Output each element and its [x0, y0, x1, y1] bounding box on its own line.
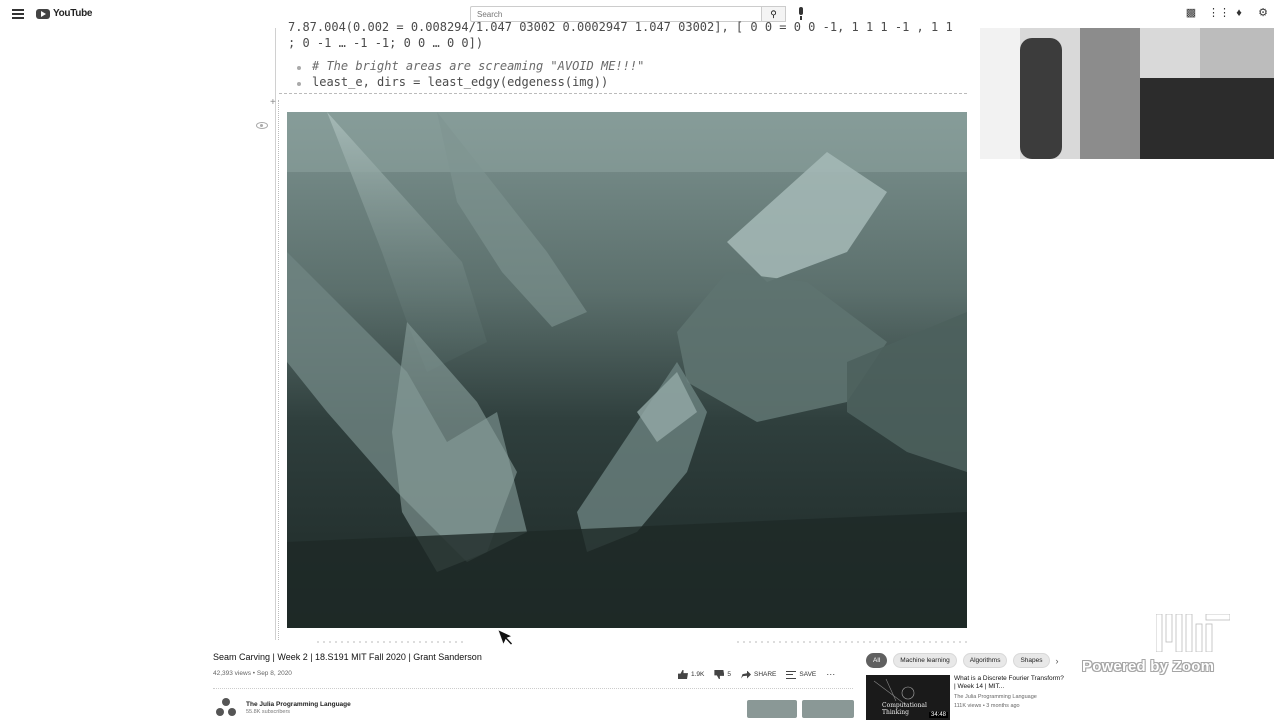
chip-all[interactable]: All [866, 653, 888, 668]
share-label: SHARE [754, 671, 777, 678]
bottom-dotted-border [287, 632, 967, 643]
like-count: 1.9K [691, 671, 705, 678]
recommendation-thumbnail[interactable]: Computational Thinking 34:48 [866, 675, 950, 720]
mit-logo-bar [1175, 614, 1183, 652]
chip-shapes[interactable]: Shapes [1013, 653, 1050, 668]
bottom-dots-svg [317, 641, 967, 643]
code-bullet [297, 66, 301, 70]
code-line-least-edgy: least_e, dirs = least_edgy(edgeness(img)… [312, 75, 609, 89]
dislike-count: 5 [727, 671, 731, 678]
presenter-webcam-overlay [980, 28, 1274, 159]
info-divider [213, 688, 853, 689]
image-top-band [287, 112, 967, 172]
avatar-dot [228, 708, 236, 716]
search-icon: ⚲ [770, 9, 777, 19]
upload-date: Sep 8, 2020 [256, 670, 292, 677]
save-label: SAVE [799, 671, 817, 678]
youtube-play-logo-icon [36, 8, 50, 19]
chips-next-chevron-icon[interactable]: › [1056, 656, 1059, 666]
mit-logo-bar [1185, 614, 1193, 652]
edgeness-output-image [287, 112, 967, 628]
avatar-dot [222, 698, 230, 706]
code-bullet [297, 82, 301, 86]
edgeness-image-svg [287, 112, 967, 628]
code-comment: # The bright areas are screaming "AVOID … [312, 59, 645, 73]
more-options-icon[interactable]: ⋯ [826, 669, 835, 680]
recommendation-stats: 111K views • 3 months ago [954, 703, 1020, 709]
video-title: Seam Carving | Week 2 | 18.S191 MIT Fall… [213, 652, 482, 662]
dislike-button[interactable]: 5 [714, 670, 731, 679]
create-video-icon[interactable]: ▩ [1184, 6, 1198, 20]
header-actions: ▩ ⋮⋮ ♦ ⚙ [1184, 6, 1270, 20]
share-button[interactable]: SHARE [741, 670, 777, 679]
mit-logo-bar [1165, 614, 1173, 643]
webcam-shadow [1140, 78, 1274, 159]
hamburger-menu-icon[interactable] [12, 9, 24, 19]
webcam-wall [1200, 28, 1274, 78]
youtube-logo-text: YouTube [53, 8, 93, 19]
webcam-svg [980, 28, 1274, 159]
add-cell-plus-icon[interactable]: + [270, 97, 276, 108]
avatar-dot [216, 708, 224, 716]
save-button[interactable]: SAVE [786, 670, 817, 679]
toggle-code-eye-icon[interactable] [256, 122, 268, 129]
video-actions: 1.9K 5 SHARE SAVE ⋯ [678, 669, 835, 680]
recommendation-title[interactable]: What is a Discrete Fourier Transform? | … [954, 675, 1064, 691]
cell-divider [279, 93, 967, 94]
webcam-microphone [1020, 38, 1062, 159]
mit-logo-bar [1195, 623, 1203, 652]
mouse-cursor-icon [497, 628, 514, 646]
view-count: 42,393 views [213, 670, 251, 677]
notifications-bell-icon[interactable]: ♦ [1232, 6, 1246, 20]
voice-search-microphone-icon[interactable] [797, 7, 805, 20]
mit-logo-bar [1205, 623, 1213, 652]
webcam-window-left [980, 28, 1020, 159]
mit-logo [1156, 614, 1230, 652]
filter-chips: All Machine learning Algorithms Shapes › [866, 653, 1059, 668]
thumbs-down-icon [714, 670, 725, 679]
apps-grid-icon[interactable]: ⋮⋮ [1208, 6, 1230, 20]
mit-logo-bar [1205, 614, 1230, 621]
share-arrow-icon [741, 670, 751, 679]
like-button[interactable]: 1.9K [678, 670, 704, 679]
youtube-logo[interactable]: YouTube [36, 8, 93, 19]
recommendation-channel[interactable]: The Julia Programming Language [954, 694, 1037, 700]
save-playlist-icon [786, 670, 797, 679]
webcam-person [1080, 28, 1140, 159]
notebook-rail-dotted [278, 100, 279, 640]
channel-avatar[interactable] [216, 698, 236, 718]
subscribe-button[interactable] [802, 700, 854, 718]
code-line-matrix-1: 7.87.004(0.002 = 0.008294/1.047 03002 0.… [288, 20, 953, 34]
code-line-matrix-2: ; 0 -1 … -1 -1; 0 0 … 0 0]) [288, 36, 484, 50]
join-button[interactable] [747, 700, 797, 718]
notebook-rail [275, 28, 276, 640]
thumbs-up-icon [678, 670, 688, 679]
chip-algorithms[interactable]: Algorithms [962, 653, 1008, 668]
settings-gear-icon[interactable]: ⚙ [1256, 6, 1270, 20]
channel-name[interactable]: The Julia Programming Language [246, 701, 351, 708]
rec-duration: 34:48 [928, 712, 948, 718]
video-meta: 42,393 views • Sep 8, 2020 [213, 670, 292, 677]
powered-by-zoom-watermark: Powered by Zoom [1082, 658, 1215, 675]
chip-machine-learning[interactable]: Machine learning [893, 653, 957, 668]
mit-logo-bar [1156, 614, 1163, 652]
channel-subscriber-count: 55.8K subscribers [246, 709, 291, 715]
